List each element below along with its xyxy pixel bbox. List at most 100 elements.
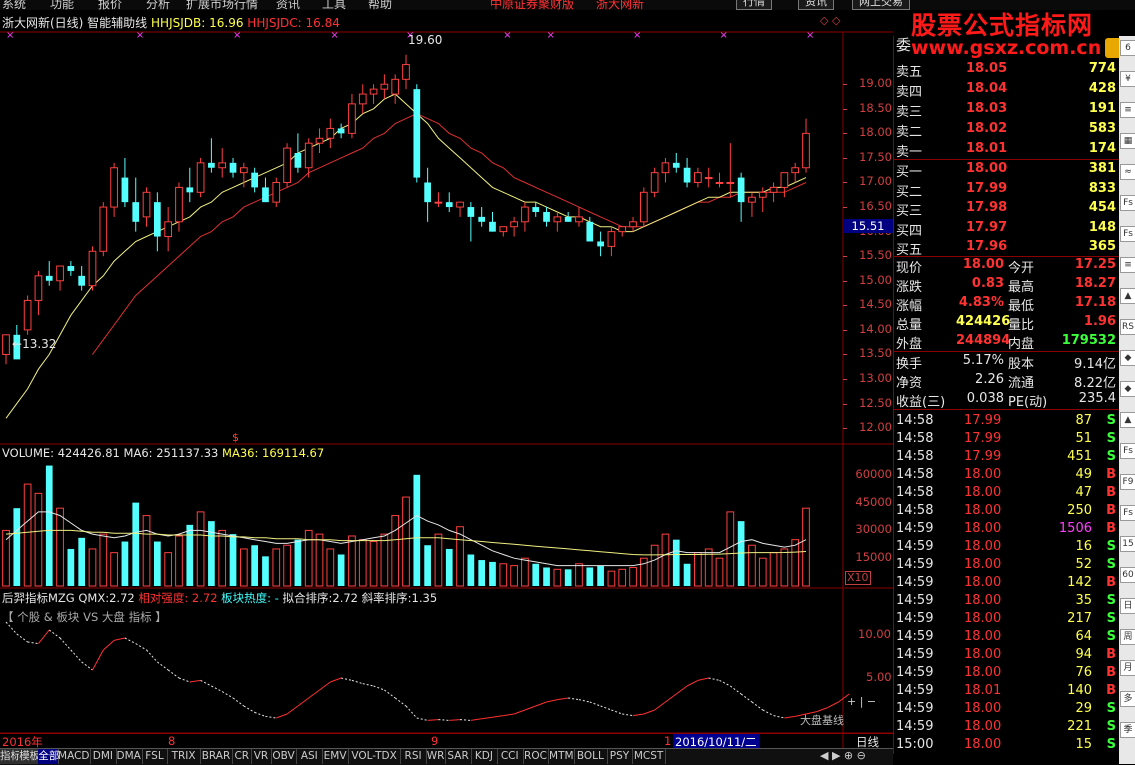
candle-body-up (369, 88, 378, 95)
indicator-tab-wr[interactable]: WR (426, 749, 447, 764)
toolbar-button[interactable]: ▲ (1120, 412, 1135, 428)
toolbar-button[interactable]: 15 (1120, 536, 1135, 552)
indicator-tab-trix[interactable]: TRIX (167, 749, 201, 764)
date-month-9: 9 (431, 734, 439, 748)
toolbar-button[interactable]: ¥ (1120, 71, 1135, 87)
menu-quote[interactable]: 报价 (98, 0, 122, 10)
indicator-tab-cci[interactable]: CCI (497, 749, 524, 764)
menu-function[interactable]: 功能 (50, 0, 74, 10)
toolbar-button[interactable]: 月 (1120, 660, 1135, 676)
menu-help[interactable]: 帮助 (368, 0, 392, 10)
trade-button[interactable]: 网上交易 (852, 0, 910, 10)
menu-tools[interactable]: 工具 (322, 0, 346, 10)
tick-price: 18.00 (964, 665, 1002, 680)
news-button[interactable]: 资讯 (798, 0, 834, 10)
menu-news[interactable]: 资讯 (276, 0, 300, 10)
toolbar-button[interactable]: 多 (1120, 691, 1135, 707)
indicator-segment-rising (503, 713, 515, 717)
toolbar-button[interactable]: ▦ (1120, 133, 1135, 149)
toolbar-button[interactable]: ▲ (1120, 288, 1135, 304)
candle-body-up (791, 167, 800, 174)
toolbar-button[interactable]: ◆ (1120, 381, 1135, 397)
toolbar-button[interactable]: Fs (1120, 505, 1135, 521)
price-tick: 16.50 (859, 199, 892, 214)
toolbar-button[interactable]: Fs (1120, 195, 1135, 211)
price-tick-mark (843, 354, 847, 356)
tab-scroll-controls[interactable]: ◀ ▶ ⊕ ⊖ (820, 749, 866, 762)
tick-side: B (1106, 467, 1116, 482)
menu-system[interactable]: 系统 (2, 0, 26, 10)
indicator-tab-[interactable]: 全部 (38, 749, 59, 764)
tick-price: 17.99 (964, 413, 1002, 428)
dollar-marker-icon: $ (232, 431, 239, 444)
indicator-tab-dmi[interactable]: DMI (90, 749, 117, 764)
indicator-tab-mcst[interactable]: MCST (632, 749, 666, 764)
tick-time: 14:59 (896, 719, 934, 734)
indicator-tab-vr[interactable]: VR (251, 749, 272, 764)
candle-body-up (694, 172, 702, 183)
toolbar-button[interactable]: 周 (1120, 629, 1135, 645)
indicator-tab-boll[interactable]: BOLL (574, 749, 608, 764)
toolbar-button[interactable]: ≡ (1120, 257, 1135, 273)
indicator-tab-voltdx[interactable]: VOL-TDX (348, 749, 402, 764)
candle-body-down (424, 182, 431, 203)
stat-value: 0.038 (966, 391, 1004, 406)
toolbar-button[interactable]: ≡ (1120, 102, 1135, 118)
menu-analysis[interactable]: 分析 (146, 0, 170, 10)
indicator-tab-kdj[interactable]: KDJ (471, 749, 498, 764)
tick-row: 14:59 18.00 52 S (894, 556, 1120, 575)
volume-bar-up (380, 533, 389, 587)
tick-volume: 140 (1067, 683, 1092, 698)
quote-button[interactable]: 行情 (736, 0, 772, 10)
toolbar-button[interactable]: ◆ (1120, 350, 1135, 366)
indicator-tab-fsl[interactable]: FSL (142, 749, 169, 764)
indicator-tab-rsi[interactable]: RSI (400, 749, 427, 764)
toolbar-button[interactable]: Fs (1120, 226, 1135, 242)
toolbar-button[interactable]: RS (1120, 319, 1135, 335)
ask-price: 18.02 (966, 121, 1008, 136)
volume-bar-down (543, 567, 550, 586)
toolbar-button[interactable]: 6 (1120, 40, 1135, 56)
candle-body-up (499, 226, 508, 233)
indicator-tab-roc[interactable]: ROC (523, 749, 550, 764)
indicator-tab-dma[interactable]: DMA (116, 749, 143, 764)
high-price-label: 19.60 (408, 33, 442, 47)
indicator-tab-obv[interactable]: OBV (271, 749, 298, 764)
indicator-zoom-controls[interactable]: + | − (847, 695, 876, 708)
indicator-segment-falling (708, 677, 720, 681)
volume-bar-down (78, 537, 86, 586)
indicator-tab-cr[interactable]: CR (232, 749, 253, 764)
indicator-segment-rising (816, 707, 828, 713)
indicator-tab-emv[interactable]: EMV (322, 749, 349, 764)
indicator-tab-sar[interactable]: SAR (445, 749, 472, 764)
tick-volume: 94 (1075, 647, 1092, 662)
indicator-tab-psy[interactable]: PSY (607, 749, 634, 764)
tick-time: 14:59 (896, 593, 934, 608)
toolbar-button[interactable]: ≈ (1120, 164, 1135, 180)
signal-marker-icon: × (233, 30, 242, 41)
indicator-tab-macd[interactable]: MACD (58, 749, 91, 764)
stat-label: 换手 (896, 357, 923, 372)
menu-extended-market[interactable]: 扩展市场行情 (186, 0, 258, 10)
toolbar-button[interactable]: Fs (1120, 443, 1135, 459)
rel-strength-value: 2.72 (191, 591, 218, 605)
volume-bar-up (661, 533, 670, 587)
toolbar-button[interactable]: 60 (1120, 567, 1135, 583)
volume-bar-up (780, 548, 789, 587)
indicator-tab-[interactable]: 模板 (19, 749, 40, 764)
toolbar-button[interactable]: 季 (1120, 722, 1135, 738)
indicator-tab-[interactable]: 指标 (0, 749, 21, 764)
indicator-segment-falling (146, 649, 158, 663)
candle-body-up (315, 137, 324, 144)
indicator-tab-mtm[interactable]: MTM (548, 749, 576, 764)
indicator-tab-asi[interactable]: ASI (296, 749, 324, 764)
indicator-segment-rising (308, 689, 320, 699)
bid-volume: 148 (1088, 219, 1116, 235)
price-tick: 18.50 (859, 100, 892, 115)
indicator-tab-brar[interactable]: BRAR (200, 749, 234, 764)
toolbar-button[interactable]: 日 (1120, 598, 1135, 614)
signal-marker-icon: × (719, 30, 728, 41)
toolbar-button[interactable]: F9 (1120, 474, 1135, 490)
right-toolbar: 6 ¥ ≡ ▦ ≈ Fs Fs ≡ ▲ RS ◆ ◆ ▲ Fs F9 Fs 15 60 日周月多季 (1119, 36, 1135, 764)
indicator-segment-falling (751, 701, 764, 711)
